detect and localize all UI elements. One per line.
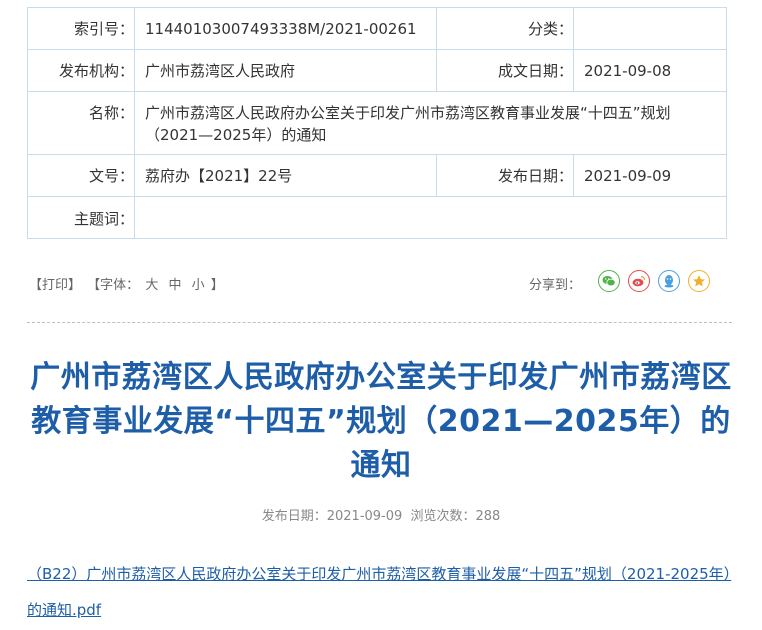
meta-row-name: 名称： 广州市荔湾区人民政府办公室关于印发广州市荔湾区教育事业发展“十四五”规划… (28, 92, 726, 155)
name-label: 名称： (28, 92, 135, 154)
font-size-suffix: 】 (210, 278, 224, 293)
metadata-table: 索引号： 11440103007493338M/2021-00261 分类： 发… (27, 7, 727, 239)
font-size-prefix: 【字体： (87, 278, 140, 293)
subject-label: 主题词： (28, 197, 135, 239)
meta-row-index: 索引号： 11440103007493338M/2021-00261 分类： (28, 8, 726, 50)
publish-date: 发布日期：2021-09-09 (261, 509, 403, 524)
dashed-divider (27, 322, 732, 323)
share-label: 分享到： (529, 278, 582, 293)
created-date-value: 2021-09-08 (584, 61, 672, 80)
article-title: 广州市荔湾区人民政府办公室关于印发广州市荔湾区教育事业发展“十四五”规划（202… (30, 360, 732, 483)
font-size-large-button[interactable]: 大 (145, 278, 158, 293)
published-date-label: 发布日期： (437, 155, 574, 196)
toolbar-left: 【打印】 【字体： 大 中 小 】 (29, 274, 226, 293)
meta-row-agency: 发布机构： 广州市荔湾区人民政府 成文日期： 2021-09-08 (28, 50, 726, 92)
category-label: 分类： (437, 8, 574, 49)
print-button[interactable]: 【打印】 (29, 278, 81, 293)
agency-label: 发布机构： (28, 50, 135, 91)
attachment-link[interactable]: （B22）广州市荔湾区人民政府办公室关于印发广州市荔湾区教育事业发展“十四五”规… (27, 556, 732, 628)
index-label: 索引号： (28, 8, 135, 49)
name-value: 广州市荔湾区人民政府办公室关于印发广州市荔湾区教育事业发展“十四五”规划（202… (145, 104, 671, 144)
qzone-icon[interactable] (688, 270, 710, 292)
qq-icon[interactable] (658, 270, 680, 292)
share-icons (598, 270, 718, 292)
font-size-small-button[interactable]: 小 (192, 278, 205, 293)
meta-row-subject: 主题词： (28, 197, 726, 239)
subject-value (135, 197, 727, 239)
docno-value: 荔府办【2021】22号 (135, 155, 437, 196)
agency-value: 广州市荔湾区人民政府 (135, 50, 437, 91)
published-date-value: 2021-09-09 (584, 166, 672, 185)
docno-label: 文号： (28, 155, 135, 196)
article-toolbar: 【打印】 【字体： 大 中 小 】 分享到： (27, 268, 727, 298)
weibo-icon[interactable] (628, 270, 650, 292)
category-value (574, 8, 726, 49)
wechat-icon[interactable] (598, 270, 620, 292)
font-size-medium-button[interactable]: 中 (168, 278, 181, 293)
view-count: 浏览次数：288 (410, 509, 501, 524)
index-value: 11440103007493338M/2021-00261 (135, 8, 437, 49)
publish-info: 发布日期：2021-09-09 浏览次数：288 (0, 505, 762, 524)
created-date-label: 成文日期： (437, 50, 574, 91)
meta-row-docno: 文号： 荔府办【2021】22号 发布日期： 2021-09-09 (28, 155, 726, 197)
